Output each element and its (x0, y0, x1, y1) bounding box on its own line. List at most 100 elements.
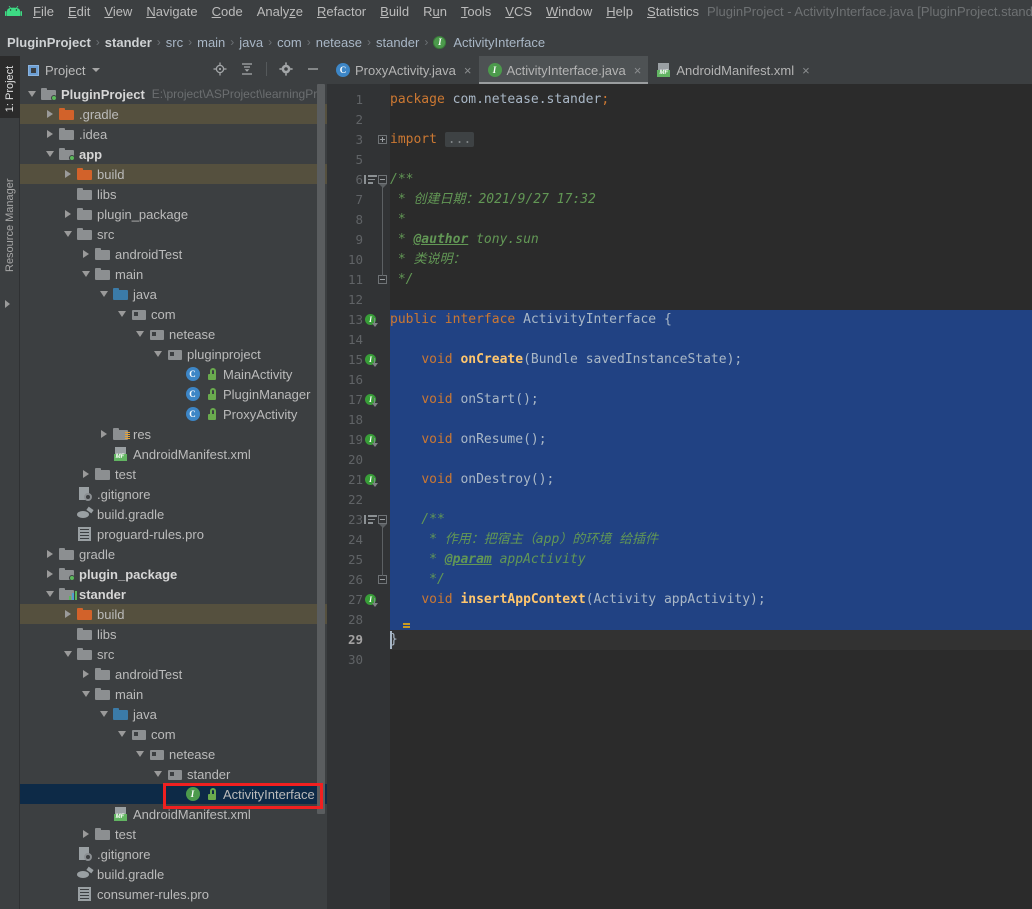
menu-item-navigate[interactable]: Navigate (139, 0, 204, 24)
tree-node-app[interactable]: app (20, 144, 327, 164)
tree-node-pluginproject[interactable]: pluginproject (20, 344, 327, 364)
tree-node-src[interactable]: src (20, 644, 327, 664)
tree-expand-arrow[interactable] (132, 331, 148, 337)
fold-region-end-icon[interactable] (378, 275, 387, 284)
code-content[interactable]: package com.netease.stander; import ... … (390, 84, 1032, 909)
fold-collapse-icon[interactable] (378, 175, 387, 184)
editor-tab-androidmanifest-xml[interactable]: MF AndroidManifest.xml × (648, 56, 816, 84)
close-icon[interactable]: × (802, 63, 810, 78)
breadcrumb-item-netease[interactable]: netease (313, 35, 365, 50)
tree-expand-arrow[interactable] (42, 151, 58, 157)
tree-node-build[interactable]: build (20, 604, 327, 624)
tree-node-test[interactable]: test (20, 824, 327, 844)
tree-expand-arrow[interactable] (60, 170, 76, 178)
tree-node-consumer-rules-pro[interactable]: consumer-rules.pro (20, 884, 327, 904)
implemented-marker-icon[interactable]: I (365, 314, 378, 327)
tree-expand-arrow[interactable] (60, 210, 76, 218)
tree-node-stander[interactable]: stander (20, 584, 327, 604)
tree-expand-arrow[interactable] (78, 670, 94, 678)
menu-item-vcs[interactable]: VCS (498, 0, 539, 24)
menu-item-help[interactable]: Help (599, 0, 640, 24)
tree-node-gradle[interactable]: gradle (20, 544, 327, 564)
breadcrumb-item-src[interactable]: src (163, 35, 186, 50)
menu-item-refactor[interactable]: Refactor (310, 0, 373, 24)
tree-expand-arrow[interactable] (42, 591, 58, 597)
locate-icon[interactable] (212, 61, 228, 77)
javadoc-marker-icon[interactable] (364, 175, 377, 186)
tree-node-pluginproject[interactable]: PluginProject E:\project\ASProject\learni… (20, 84, 327, 104)
tree-expand-arrow[interactable] (42, 130, 58, 138)
project-view-selector[interactable]: Project (20, 63, 101, 78)
tree-expand-arrow[interactable] (114, 731, 130, 737)
fold-collapse-icon[interactable] (378, 515, 387, 524)
tree-node-res[interactable]: res (20, 424, 327, 444)
collapse-all-icon[interactable] (239, 61, 255, 77)
implemented-marker-icon[interactable]: I (365, 354, 378, 367)
tree-expand-arrow[interactable] (78, 470, 94, 478)
tree-expand-arrow[interactable] (24, 91, 40, 97)
tree-node--idea[interactable]: .idea (20, 124, 327, 144)
implemented-marker-icon[interactable]: I (365, 394, 378, 407)
implemented-marker-icon[interactable]: I (365, 594, 378, 607)
close-icon[interactable]: × (464, 63, 472, 78)
code-editor[interactable]: package com.netease.stander; import ... … (327, 84, 1032, 909)
tree-expand-arrow[interactable] (78, 250, 94, 258)
editor-tab-activityinterface-java[interactable]: I ActivityInterface.java × (478, 56, 649, 84)
tree-node-androidmanifest-xml[interactable]: MF AndroidManifest.xml (20, 444, 327, 464)
project-tree-scrollbar[interactable] (317, 84, 325, 814)
minimize-icon[interactable] (305, 61, 321, 77)
tree-node-stander[interactable]: stander (20, 764, 327, 784)
tree-expand-arrow[interactable] (42, 110, 58, 118)
tree-node-pluginmanager[interactable]: C PluginManager (20, 384, 327, 404)
breadcrumb-item-activityinterface[interactable]: I ActivityInterface (430, 35, 548, 50)
implemented-marker-icon[interactable]: I (365, 434, 378, 447)
implemented-marker-icon[interactable]: I (365, 474, 378, 487)
tree-node-test[interactable]: test (20, 464, 327, 484)
tree-node-build-gradle[interactable]: build.gradle (20, 864, 327, 884)
chevron-down-icon[interactable] (92, 68, 101, 72)
gear-icon[interactable] (278, 61, 294, 77)
menu-item-code[interactable]: Code (205, 0, 250, 24)
breadcrumb-item-stander[interactable]: stander (102, 35, 155, 50)
intention-bulb-icon[interactable] (400, 612, 413, 628)
tree-node-netease[interactable]: netease (20, 744, 327, 764)
tree-node-plugin-package[interactable]: plugin_package (20, 564, 327, 584)
tree-node--gitignore[interactable]: .gitignore (20, 844, 327, 864)
tree-node-proguard-rules-pro[interactable]: proguard-rules.pro (20, 524, 327, 544)
tree-node-build[interactable]: build (20, 164, 327, 184)
tree-node-main[interactable]: main (20, 684, 327, 704)
tree-node-activityinterface[interactable]: I ActivityInterface (20, 784, 327, 804)
tree-node-build-gradle[interactable]: build.gradle (20, 504, 327, 524)
tree-node--gradle[interactable]: .gradle (20, 104, 327, 124)
close-icon[interactable]: × (634, 63, 642, 78)
tree-node-src[interactable]: src (20, 224, 327, 244)
tree-expand-arrow[interactable] (78, 830, 94, 838)
menu-item-window[interactable]: Window (539, 0, 599, 24)
menu-item-tools[interactable]: Tools (454, 0, 498, 24)
tree-node--gitignore[interactable]: .gitignore (20, 484, 327, 504)
tree-expand-arrow[interactable] (96, 430, 112, 438)
tree-expand-arrow[interactable] (60, 651, 76, 657)
tree-node-java[interactable]: java (20, 704, 327, 724)
breadcrumb-item-stander[interactable]: stander (373, 35, 422, 50)
menu-item-build[interactable]: Build (373, 0, 416, 24)
breadcrumb-item-main[interactable]: main (194, 35, 228, 50)
editor-tab-proxyactivity-java[interactable]: C ProxyActivity.java × (327, 56, 479, 84)
tool-tab-resource-manager[interactable]: Resource Manager (4, 178, 16, 272)
tree-node-libs[interactable]: libs (20, 624, 327, 644)
breadcrumb-item-pluginproject[interactable]: PluginProject (4, 35, 94, 50)
tree-node-com[interactable]: com (20, 724, 327, 744)
project-tree[interactable]: PluginProject E:\project\ASProject\learni… (20, 84, 327, 909)
tree-node-androidmanifest-xml[interactable]: MF AndroidManifest.xml (20, 804, 327, 824)
tree-expand-arrow[interactable] (96, 711, 112, 717)
menu-item-statistics[interactable]: Statistics (640, 0, 706, 24)
tree-node-mainactivity[interactable]: C MainActivity (20, 364, 327, 384)
fold-expand-icon[interactable] (378, 135, 387, 144)
breadcrumb-item-com[interactable]: com (274, 35, 305, 50)
tree-node-com[interactable]: com (20, 304, 327, 324)
tree-node-main[interactable]: main (20, 264, 327, 284)
tree-expand-arrow[interactable] (42, 570, 58, 578)
tree-node-androidtest[interactable]: androidTest (20, 664, 327, 684)
tree-node-libs[interactable]: libs (20, 184, 327, 204)
fold-region-end-icon[interactable] (378, 575, 387, 584)
